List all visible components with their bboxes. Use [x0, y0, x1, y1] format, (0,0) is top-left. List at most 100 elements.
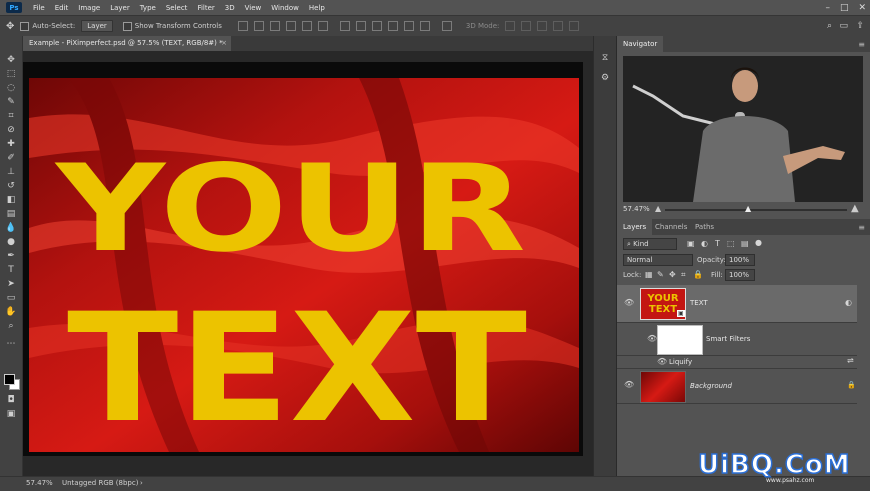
3d-pan-icon[interactable]: [537, 21, 548, 31]
tab-paths[interactable]: Paths: [689, 219, 720, 235]
layer-name-smart-filters[interactable]: Smart Filters: [706, 335, 750, 343]
filter-type-icon[interactable]: T: [715, 239, 720, 248]
filter-pixel-icon[interactable]: ▣: [687, 239, 695, 248]
search-icon[interactable]: ⌕: [827, 21, 832, 31]
align-center-icon[interactable]: [301, 21, 312, 31]
foreground-color-swatch[interactable]: [4, 374, 15, 385]
layer-row-smart-filters[interactable]: 👁 Smart Filters: [617, 323, 857, 356]
zoom-slider-handle[interactable]: ▲: [745, 204, 751, 213]
distribute-right-icon[interactable]: [419, 21, 430, 31]
more-tools-icon[interactable]: ⋯: [4, 338, 18, 350]
path-select-tool-icon[interactable]: ➤: [4, 278, 18, 290]
healing-brush-tool-icon[interactable]: ✚: [4, 138, 18, 150]
adjustments-panel-icon[interactable]: ⚙: [599, 72, 611, 84]
lock-transparency-icon[interactable]: ▦: [645, 270, 653, 279]
visibility-eye-icon[interactable]: 👁: [647, 334, 657, 343]
layer-filter-kind[interactable]: ⌕ Kind: [623, 238, 677, 250]
auto-select-dropdown[interactable]: Layer: [81, 20, 113, 32]
lock-pixels-icon[interactable]: ✎: [657, 270, 664, 279]
workspace-icon[interactable]: ▭: [839, 21, 848, 31]
fill-input[interactable]: 100%: [725, 269, 755, 281]
menu-type[interactable]: Type: [135, 4, 161, 12]
3d-roll-icon[interactable]: [521, 21, 532, 31]
filter-toggle-icon[interactable]: ●: [755, 238, 762, 247]
lasso-tool-icon[interactable]: ◌: [4, 82, 18, 94]
status-arrow-icon[interactable]: ›: [140, 479, 143, 487]
3d-rotate-icon[interactable]: [505, 21, 516, 31]
clone-stamp-tool-icon[interactable]: ⊥: [4, 166, 18, 178]
history-brush-tool-icon[interactable]: ↺: [4, 180, 18, 192]
3d-scale-icon[interactable]: [569, 21, 580, 31]
minimize-icon[interactable]: –: [825, 3, 830, 13]
lock-position-icon[interactable]: ✥: [669, 270, 676, 279]
align-right-icon[interactable]: [317, 21, 328, 31]
auto-select-checkbox[interactable]: [20, 21, 30, 31]
align-bottom-icon[interactable]: [269, 21, 280, 31]
menu-image[interactable]: Image: [73, 4, 105, 12]
lock-artboard-icon[interactable]: ⌗: [681, 270, 686, 280]
visibility-eye-icon[interactable]: 👁: [624, 380, 634, 389]
share-icon[interactable]: ⇪: [856, 21, 864, 31]
menu-help[interactable]: Help: [304, 4, 330, 12]
tab-navigator[interactable]: Navigator: [617, 36, 664, 52]
filter-adjustment-icon[interactable]: ◐: [701, 239, 708, 248]
close-icon[interactable]: ✕: [858, 3, 866, 13]
document-canvas[interactable]: YOUR TEXT: [23, 62, 583, 456]
distribute-bottom-icon[interactable]: [371, 21, 382, 31]
menu-edit[interactable]: Edit: [50, 4, 74, 12]
blur-tool-icon[interactable]: 💧: [4, 222, 18, 234]
zoom-tool-icon[interactable]: ⌕: [4, 320, 18, 332]
eraser-tool-icon[interactable]: ◧: [4, 194, 18, 206]
menu-filter[interactable]: Filter: [192, 4, 219, 12]
zoom-out-icon[interactable]: ▲: [655, 204, 661, 213]
align-top-icon[interactable]: [237, 21, 248, 31]
visibility-eye-icon[interactable]: 👁: [624, 298, 634, 307]
filter-options-icon[interactable]: ⇌: [847, 356, 854, 365]
opacity-input[interactable]: 100%: [725, 254, 755, 266]
blend-mode-dropdown[interactable]: Normal: [623, 254, 693, 266]
distribute-middle-icon[interactable]: [355, 21, 366, 31]
navigator-menu-icon[interactable]: ≡: [858, 40, 865, 49]
menu-view[interactable]: View: [240, 4, 267, 12]
quick-select-tool-icon[interactable]: ✎: [4, 96, 18, 108]
menu-file[interactable]: File: [28, 4, 50, 12]
3d-slide-icon[interactable]: [553, 21, 564, 31]
brush-tool-icon[interactable]: ✐: [4, 152, 18, 164]
tab-channels[interactable]: Channels: [649, 219, 693, 235]
rectangle-tool-icon[interactable]: ▭: [4, 292, 18, 304]
layer-row-text[interactable]: 👁 YOUR TEXT ▣ TEXT ◐: [617, 285, 857, 323]
zoom-in-icon[interactable]: ▲: [851, 203, 859, 214]
auto-align-icon[interactable]: [441, 21, 452, 31]
history-panel-icon[interactable]: ⧖: [599, 52, 611, 64]
transform-controls-checkbox[interactable]: [122, 21, 132, 31]
screen-mode-icon[interactable]: ▣: [4, 408, 18, 420]
menu-3d[interactable]: 3D: [220, 4, 240, 12]
crop-tool-icon[interactable]: ⌗: [4, 110, 18, 122]
move-tool-icon[interactable]: ✥: [6, 21, 14, 32]
align-left-icon[interactable]: [285, 21, 296, 31]
type-tool-icon[interactable]: T: [4, 264, 18, 276]
layer-row-background[interactable]: 👁 Background 🔒: [617, 369, 857, 404]
menu-select[interactable]: Select: [161, 4, 193, 12]
menu-layer[interactable]: Layer: [105, 4, 135, 12]
gradient-tool-icon[interactable]: ▤: [4, 208, 18, 220]
layers-menu-icon[interactable]: ≡: [858, 223, 865, 232]
hand-tool-icon[interactable]: ✋: [4, 306, 18, 318]
transform-controls-group[interactable]: Show Transform Controls: [122, 21, 222, 31]
navigator-zoom-value[interactable]: 57.47%: [623, 205, 650, 213]
filter-smart-object-icon[interactable]: ▤: [741, 239, 749, 248]
layer-row-liquify[interactable]: 👁 Liquify ⇌: [617, 356, 857, 369]
visibility-eye-icon[interactable]: 👁: [657, 357, 667, 366]
layer-name-text[interactable]: TEXT: [690, 299, 708, 307]
document-tab[interactable]: Example - PiXimperfect.psd @ 57.5% (TEXT…: [23, 36, 231, 51]
distribute-center-icon[interactable]: [403, 21, 414, 31]
distribute-top-icon[interactable]: [339, 21, 350, 31]
maximize-icon[interactable]: □: [840, 3, 849, 13]
lock-all-icon[interactable]: 🔒: [693, 270, 703, 279]
quick-mask-icon[interactable]: ◘: [4, 394, 18, 406]
smart-filter-mask-thumbnail[interactable]: [657, 325, 703, 355]
smart-filter-indicator-icon[interactable]: ◐: [845, 298, 852, 307]
move-tool-icon[interactable]: ✥: [4, 54, 18, 66]
tab-layers[interactable]: Layers: [617, 219, 653, 235]
navigator-preview[interactable]: [623, 56, 863, 202]
